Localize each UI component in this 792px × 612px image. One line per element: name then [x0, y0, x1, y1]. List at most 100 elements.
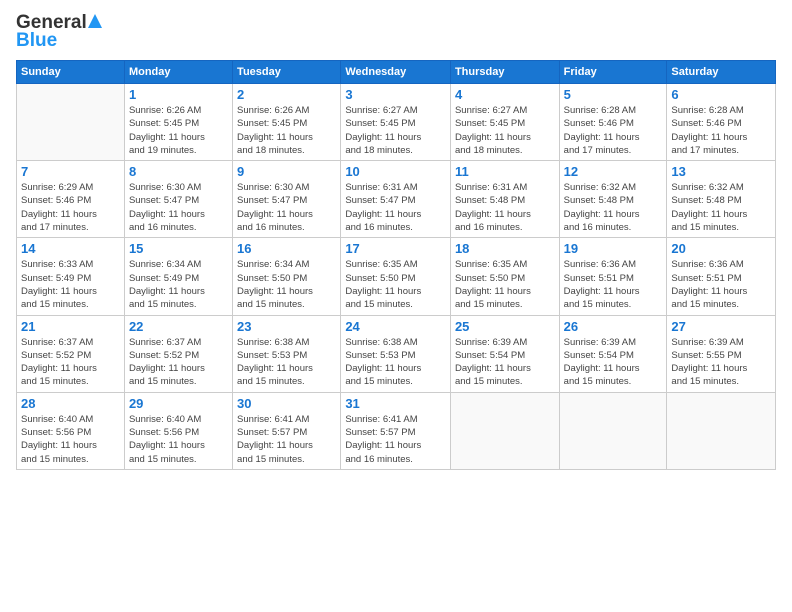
day-info: Sunrise: 6:41 AM Sunset: 5:57 PM Dayligh…	[345, 413, 446, 466]
day-info: Sunrise: 6:31 AM Sunset: 5:47 PM Dayligh…	[345, 181, 446, 234]
header: General Blue	[16, 12, 776, 52]
day-number: 12	[564, 164, 663, 179]
calendar-cell: 5 Sunrise: 6:28 AM Sunset: 5:46 PM Daylig…	[559, 84, 667, 161]
calendar-header-row: SundayMondayTuesdayWednesdayThursdayFrid…	[17, 61, 776, 84]
day-info: Sunrise: 6:27 AM Sunset: 5:45 PM Dayligh…	[455, 104, 555, 157]
calendar-cell: 21Sunrise: 6:37 AM Sunset: 5:52 PM Dayli…	[17, 315, 125, 392]
calendar-cell	[667, 392, 776, 469]
day-number: 2	[237, 87, 336, 102]
day-number: 23	[237, 319, 336, 334]
calendar-cell: 27 Sunrise: 6:39 AM Sunset: 5:55 PM Dayli…	[667, 315, 776, 392]
col-header-sunday: Sunday	[17, 61, 125, 84]
calendar-week-row: 1Sunrise: 6:26 AM Sunset: 5:45 PM Daylig…	[17, 84, 776, 161]
day-number: 13	[671, 164, 771, 179]
day-info: Sunrise: 6:32 AM Sunset: 5:48 PM Dayligh…	[671, 181, 771, 234]
day-number: 3	[345, 87, 446, 102]
calendar-cell: 1Sunrise: 6:26 AM Sunset: 5:45 PM Daylig…	[124, 84, 232, 161]
day-number: 18	[455, 241, 555, 256]
day-info: Sunrise: 6:27 AM Sunset: 5:45 PM Dayligh…	[345, 104, 446, 157]
day-number: 29	[129, 396, 228, 411]
day-info: Sunrise: 6:39 AM Sunset: 5:54 PM Dayligh…	[455, 336, 555, 389]
calendar-cell: 19 Sunrise: 6:36 AM Sunset: 5:51 PM Dayli…	[559, 238, 667, 315]
day-info: Sunrise: 6:35 AM Sunset: 5:50 PM Dayligh…	[345, 258, 446, 311]
calendar-cell: 31 Sunrise: 6:41 AM Sunset: 5:57 PM Dayli…	[341, 392, 451, 469]
calendar-cell: 23 Sunrise: 6:38 AM Sunset: 5:53 PM Dayli…	[233, 315, 341, 392]
calendar-cell: 6Sunrise: 6:28 AM Sunset: 5:46 PM Daylig…	[667, 84, 776, 161]
calendar-cell: 26 Sunrise: 6:39 AM Sunset: 5:54 PM Dayli…	[559, 315, 667, 392]
day-number: 4	[455, 87, 555, 102]
day-number: 20	[671, 241, 771, 256]
day-number: 21	[21, 319, 120, 334]
day-number: 16	[237, 241, 336, 256]
calendar-cell: 8 Sunrise: 6:30 AM Sunset: 5:47 PM Daylig…	[124, 161, 232, 238]
day-info: Sunrise: 6:26 AM Sunset: 5:45 PM Dayligh…	[237, 104, 336, 157]
day-info: Sunrise: 6:34 AM Sunset: 5:50 PM Dayligh…	[237, 258, 336, 311]
day-number: 6	[671, 87, 771, 102]
calendar-cell: 22Sunrise: 6:37 AM Sunset: 5:52 PM Dayli…	[124, 315, 232, 392]
day-info: Sunrise: 6:39 AM Sunset: 5:55 PM Dayligh…	[671, 336, 771, 389]
col-header-wednesday: Wednesday	[341, 61, 451, 84]
day-info: Sunrise: 6:38 AM Sunset: 5:53 PM Dayligh…	[345, 336, 446, 389]
day-info: Sunrise: 6:29 AM Sunset: 5:46 PM Dayligh…	[21, 181, 120, 234]
day-number: 17	[345, 241, 446, 256]
day-number: 7	[21, 164, 120, 179]
calendar-cell: 29 Sunrise: 6:40 AM Sunset: 5:56 PM Dayli…	[124, 392, 232, 469]
calendar-week-row: 7 Sunrise: 6:29 AM Sunset: 5:46 PM Daylig…	[17, 161, 776, 238]
calendar-cell	[559, 392, 667, 469]
day-number: 24	[345, 319, 446, 334]
calendar-cell: 14 Sunrise: 6:33 AM Sunset: 5:49 PM Dayli…	[17, 238, 125, 315]
day-number: 14	[21, 241, 120, 256]
calendar-cell: 11 Sunrise: 6:31 AM Sunset: 5:48 PM Dayli…	[450, 161, 559, 238]
day-info: Sunrise: 6:39 AM Sunset: 5:54 PM Dayligh…	[564, 336, 663, 389]
day-info: Sunrise: 6:28 AM Sunset: 5:46 PM Dayligh…	[564, 104, 663, 157]
calendar-cell: 15 Sunrise: 6:34 AM Sunset: 5:49 PM Dayli…	[124, 238, 232, 315]
day-number: 22	[129, 319, 228, 334]
day-number: 9	[237, 164, 336, 179]
day-info: Sunrise: 6:38 AM Sunset: 5:53 PM Dayligh…	[237, 336, 336, 389]
day-number: 15	[129, 241, 228, 256]
calendar-cell: 9Sunrise: 6:30 AM Sunset: 5:47 PM Daylig…	[233, 161, 341, 238]
day-number: 5	[564, 87, 663, 102]
day-info: Sunrise: 6:32 AM Sunset: 5:48 PM Dayligh…	[564, 181, 663, 234]
day-info: Sunrise: 6:34 AM Sunset: 5:49 PM Dayligh…	[129, 258, 228, 311]
calendar-cell: 3 Sunrise: 6:27 AM Sunset: 5:45 PM Daylig…	[341, 84, 451, 161]
calendar-week-row: 21Sunrise: 6:37 AM Sunset: 5:52 PM Dayli…	[17, 315, 776, 392]
day-number: 28	[21, 396, 120, 411]
col-header-tuesday: Tuesday	[233, 61, 341, 84]
day-info: Sunrise: 6:35 AM Sunset: 5:50 PM Dayligh…	[455, 258, 555, 311]
calendar-cell: 12 Sunrise: 6:32 AM Sunset: 5:48 PM Dayli…	[559, 161, 667, 238]
day-info: Sunrise: 6:40 AM Sunset: 5:56 PM Dayligh…	[129, 413, 228, 466]
calendar-cell: 7 Sunrise: 6:29 AM Sunset: 5:46 PM Daylig…	[17, 161, 125, 238]
day-number: 11	[455, 164, 555, 179]
calendar-cell: 10 Sunrise: 6:31 AM Sunset: 5:47 PM Dayli…	[341, 161, 451, 238]
calendar-cell: 24 Sunrise: 6:38 AM Sunset: 5:53 PM Dayli…	[341, 315, 451, 392]
day-number: 10	[345, 164, 446, 179]
day-number: 8	[129, 164, 228, 179]
calendar-cell: 4 Sunrise: 6:27 AM Sunset: 5:45 PM Daylig…	[450, 84, 559, 161]
calendar-week-row: 28 Sunrise: 6:40 AM Sunset: 5:56 PM Dayli…	[17, 392, 776, 469]
day-number: 19	[564, 241, 663, 256]
day-number: 26	[564, 319, 663, 334]
col-header-thursday: Thursday	[450, 61, 559, 84]
day-info: Sunrise: 6:31 AM Sunset: 5:48 PM Dayligh…	[455, 181, 555, 234]
col-header-monday: Monday	[124, 61, 232, 84]
col-header-friday: Friday	[559, 61, 667, 84]
calendar-cell: 18 Sunrise: 6:35 AM Sunset: 5:50 PM Dayli…	[450, 238, 559, 315]
day-info: Sunrise: 6:30 AM Sunset: 5:47 PM Dayligh…	[129, 181, 228, 234]
logo: General Blue	[16, 12, 102, 52]
day-number: 27	[671, 319, 771, 334]
calendar-cell	[450, 392, 559, 469]
col-header-saturday: Saturday	[667, 61, 776, 84]
day-info: Sunrise: 6:36 AM Sunset: 5:51 PM Dayligh…	[564, 258, 663, 311]
logo-blue: Blue	[16, 30, 57, 52]
calendar-cell: 28Sunrise: 6:40 AM Sunset: 5:56 PM Dayli…	[17, 392, 125, 469]
day-number: 25	[455, 319, 555, 334]
day-number: 31	[345, 396, 446, 411]
day-info: Sunrise: 6:33 AM Sunset: 5:49 PM Dayligh…	[21, 258, 120, 311]
page: General Blue SundayMondayTuesdayWednesda…	[0, 0, 792, 612]
calendar-cell: 30Sunrise: 6:41 AM Sunset: 5:57 PM Dayli…	[233, 392, 341, 469]
day-info: Sunrise: 6:26 AM Sunset: 5:45 PM Dayligh…	[129, 104, 228, 157]
calendar-cell: 16 Sunrise: 6:34 AM Sunset: 5:50 PM Dayli…	[233, 238, 341, 315]
logo-triangle-icon	[88, 14, 102, 28]
day-info: Sunrise: 6:36 AM Sunset: 5:51 PM Dayligh…	[671, 258, 771, 311]
